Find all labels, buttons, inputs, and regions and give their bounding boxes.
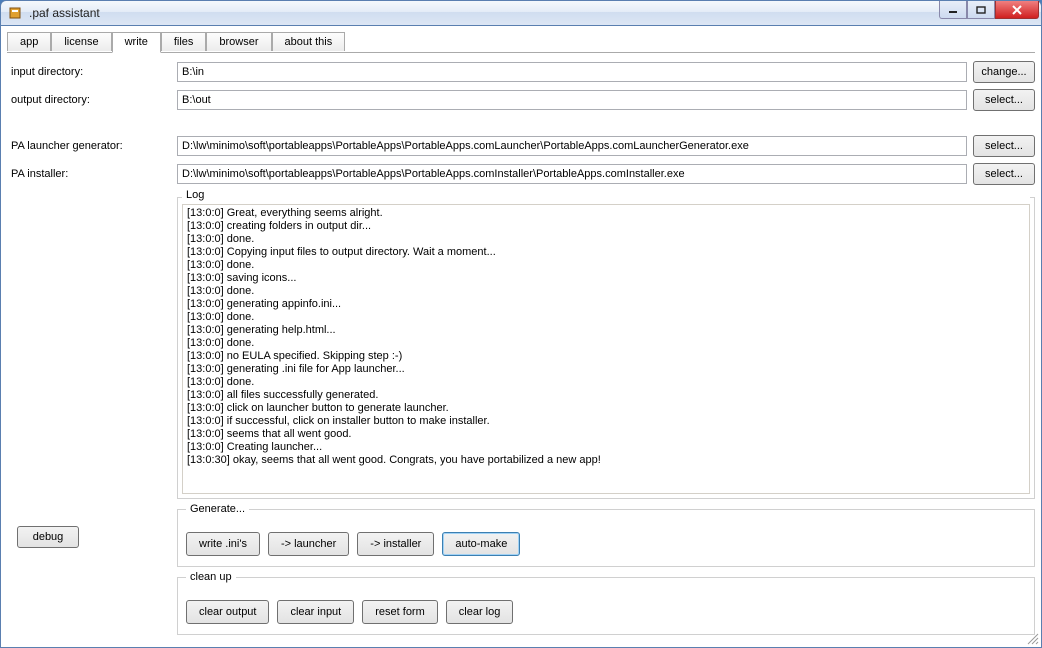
maximize-button[interactable] xyxy=(967,1,995,19)
output-directory-select-button[interactable]: select... xyxy=(973,89,1035,111)
launcher-generator-select-button[interactable]: select... xyxy=(973,135,1035,157)
log-line: [13:0:0] done. xyxy=(187,233,1025,246)
launcher-generator-field[interactable] xyxy=(177,136,967,156)
log-line: [13:0:0] done. xyxy=(187,259,1025,272)
log-line: [13:0:0] generating appinfo.ini... xyxy=(187,298,1025,311)
window-title: .paf assistant xyxy=(29,6,100,20)
log-line: [13:0:0] Great, everything seems alright… xyxy=(187,207,1025,220)
debug-button[interactable]: debug xyxy=(17,526,79,548)
log-line: [13:0:0] saving icons... xyxy=(187,272,1025,285)
output-directory-field[interactable] xyxy=(177,90,967,110)
log-line: [13:0:0] generating .ini file for App la… xyxy=(187,363,1025,376)
pa-installer-field[interactable] xyxy=(177,164,967,184)
app-window: .paf assistant app license write files b… xyxy=(0,0,1042,648)
log-line: [13:0:0] all files successfully generate… xyxy=(187,389,1025,402)
log-legend: Log xyxy=(182,189,1030,201)
tab-license[interactable]: license xyxy=(51,32,111,51)
clear-input-button[interactable]: clear input xyxy=(277,600,354,624)
cleanup-button-row: clear output clear input reset form clea… xyxy=(186,600,1026,624)
tab-app[interactable]: app xyxy=(7,32,51,51)
log-line: [13:0:0] click on launcher button to gen… xyxy=(187,402,1025,415)
log-line: [13:0:0] done. xyxy=(187,376,1025,389)
cleanup-legend: clean up xyxy=(186,571,236,583)
client-area: app license write files browser about th… xyxy=(0,26,1042,648)
generate-button-row: write .ini's -> launcher -> installer au… xyxy=(186,532,1026,556)
log-line: [13:0:0] done. xyxy=(187,311,1025,324)
clear-log-button[interactable]: clear log xyxy=(446,600,514,624)
pa-installer-label: PA installer: xyxy=(7,168,177,180)
log-textarea[interactable]: [13:0:0] Great, everything seems alright… xyxy=(182,204,1030,494)
input-directory-change-button[interactable]: change... xyxy=(973,61,1035,83)
row-input-directory: input directory: change... xyxy=(7,61,1035,83)
launcher-button[interactable]: -> launcher xyxy=(268,532,349,556)
window-controls xyxy=(939,1,1039,19)
log-fieldset: Log [13:0:0] Great, everything seems alr… xyxy=(177,197,1035,499)
close-button[interactable] xyxy=(995,1,1039,19)
log-line: [13:0:0] done. xyxy=(187,337,1025,350)
clear-output-button[interactable]: clear output xyxy=(186,600,269,624)
installer-button[interactable]: -> installer xyxy=(357,532,434,556)
generate-legend: Generate... xyxy=(186,503,249,515)
app-icon xyxy=(7,5,23,21)
pa-installer-select-button[interactable]: select... xyxy=(973,163,1035,185)
tab-about-this[interactable]: about this xyxy=(272,32,346,51)
launcher-generator-label: PA launcher generator: xyxy=(7,140,177,152)
log-line: [13:0:0] done. xyxy=(187,285,1025,298)
log-line: [13:0:0] Copying input files to output d… xyxy=(187,246,1025,259)
spacer xyxy=(7,117,1035,135)
input-directory-label: input directory: xyxy=(7,66,177,78)
resize-grip-icon[interactable] xyxy=(1025,631,1039,645)
output-directory-label: output directory: xyxy=(7,94,177,106)
generate-fieldset: Generate... write .ini's -> launcher -> … xyxy=(177,509,1035,567)
log-line: [13:0:0] creating folders in output dir.… xyxy=(187,220,1025,233)
log-line: [13:0:0] generating help.html... xyxy=(187,324,1025,337)
minimize-button[interactable] xyxy=(939,1,967,19)
tab-write[interactable]: write xyxy=(112,32,161,53)
log-line: [13:0:0] Creating launcher... xyxy=(187,441,1025,454)
log-line: [13:0:0] seems that all went good. xyxy=(187,428,1025,441)
auto-make-button[interactable]: auto-make xyxy=(442,532,520,556)
log-line: [13:0:0] if successful, click on install… xyxy=(187,415,1025,428)
tab-browser[interactable]: browser xyxy=(206,32,271,51)
log-line: [13:0:30] okay, seems that all went good… xyxy=(187,454,1025,467)
row-pa-installer: PA installer: select... xyxy=(7,163,1035,185)
row-launcher-generator: PA launcher generator: select... xyxy=(7,135,1035,157)
reset-form-button[interactable]: reset form xyxy=(362,600,438,624)
titlebar[interactable]: .paf assistant xyxy=(0,0,1042,26)
cleanup-fieldset: clean up clear output clear input reset … xyxy=(177,577,1035,635)
log-line: [13:0:0] no EULA specified. Skipping ste… xyxy=(187,350,1025,363)
tab-strip: app license write files browser about th… xyxy=(7,32,1035,53)
input-directory-field[interactable] xyxy=(177,62,967,82)
row-output-directory: output directory: select... xyxy=(7,89,1035,111)
write-inis-button[interactable]: write .ini's xyxy=(186,532,260,556)
tab-files[interactable]: files xyxy=(161,32,207,51)
